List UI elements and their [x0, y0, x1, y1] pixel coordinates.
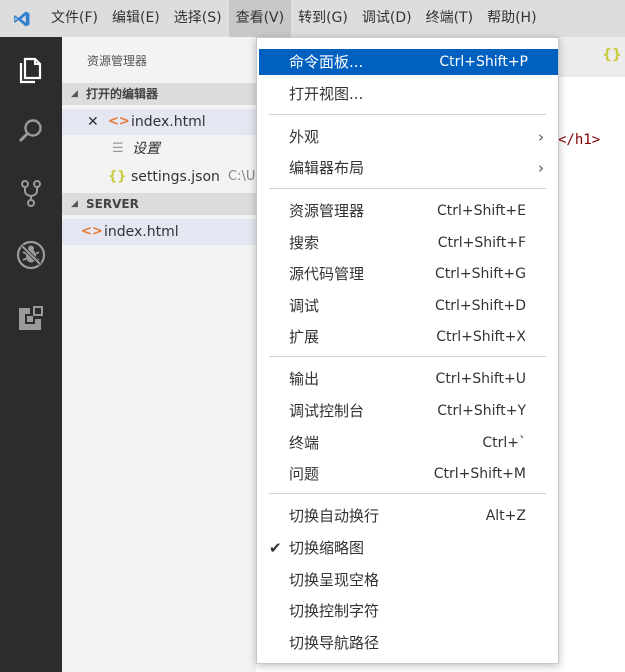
menu-terminal[interactable]: 终端(T): [419, 0, 480, 37]
menu-item-label: 编辑器布局: [289, 159, 365, 177]
menu-file[interactable]: 文件(F): [44, 0, 105, 37]
server-folder-title: SERVER: [86, 197, 139, 211]
open-editors-title: 打开的编辑器: [86, 87, 159, 101]
checkmark-icon: ✔: [269, 539, 282, 557]
caret-down-icon: ◢: [71, 89, 78, 99]
file-name: settings.json: [131, 169, 220, 185]
menu-item-label: 外观: [289, 128, 320, 146]
menu-item-label: 源代码管理: [289, 265, 365, 283]
menu-view[interactable]: 查看(V): [228, 0, 292, 37]
html-file-icon: <>: [108, 114, 130, 129]
search-icon[interactable]: [13, 113, 49, 149]
menu-item-label: 切换自动换行: [289, 507, 380, 525]
open-editor-index-html[interactable]: ✕ <> index.html: [62, 109, 256, 135]
close-icon[interactable]: ✕: [87, 109, 99, 135]
menu-go[interactable]: 转到(G): [291, 0, 355, 37]
menu-item-toggle-word-wrap[interactable]: 切换自动换行 Alt+Z: [257, 503, 558, 529]
menu-item-label: 切换导航路径: [289, 634, 380, 652]
explorer-sidebar: 资源管理器 ◢ 打开的编辑器 ✕ <> index.html ☰ 设置 {} s…: [62, 37, 256, 672]
menu-item-toggle-breadcrumbs[interactable]: 切换导航路径: [257, 630, 558, 656]
menu-item-shortcut: Ctrl+Shift+Y: [437, 403, 526, 419]
files-icon[interactable]: [13, 52, 49, 88]
menu-item-shortcut: Ctrl+Shift+P: [439, 54, 528, 70]
chevron-right-icon: ›: [538, 128, 544, 146]
menu-item-editor-layout[interactable]: 编辑器布局 ›: [257, 155, 558, 181]
menu-item-label: 终端: [289, 434, 320, 452]
menu-item-label: 打开视图...: [289, 85, 364, 103]
menu-selection[interactable]: 选择(S): [167, 0, 229, 37]
menu-item-problems[interactable]: 问题 Ctrl+Shift+M: [257, 461, 558, 487]
menu-item-label: 资源管理器: [289, 202, 365, 220]
menu-item-explorer[interactable]: 资源管理器 Ctrl+Shift+E: [257, 198, 558, 224]
server-folder-header[interactable]: ◢ SERVER: [62, 193, 256, 215]
caret-down-icon: ◢: [71, 199, 78, 209]
chevron-right-icon: ›: [538, 159, 544, 177]
menu-item-debug-console[interactable]: 调试控制台 Ctrl+Shift+Y: [257, 398, 558, 424]
menu-item-command-palette[interactable]: 命令面板... Ctrl+Shift+P: [259, 49, 558, 75]
menu-item-label: 切换控制字符: [289, 602, 380, 620]
open-editor-settings[interactable]: ☰ 设置: [62, 136, 256, 162]
menu-separator: [269, 114, 546, 115]
menu-item-shortcut: Ctrl+Shift+D: [435, 298, 526, 314]
menu-item-search[interactable]: 搜索 Ctrl+Shift+F: [257, 230, 558, 256]
menu-item-shortcut: Ctrl+Shift+E: [436, 203, 526, 219]
extensions-icon[interactable]: [13, 300, 49, 336]
file-name: 设置: [132, 141, 160, 157]
sidebar-title: 资源管理器: [87, 54, 148, 68]
code-text: </h1>: [558, 132, 601, 148]
file-name: index.html: [104, 224, 179, 240]
server-index-html[interactable]: <> index.html: [62, 219, 256, 245]
menu-debug[interactable]: 调试(D): [355, 0, 419, 37]
menu-item-shortcut: Ctrl+Shift+M: [433, 466, 526, 482]
menu-item-shortcut: Ctrl+Shift+X: [436, 329, 526, 345]
menu-item-appearance[interactable]: 外观 ›: [257, 124, 558, 150]
menu-separator: [269, 188, 546, 189]
settings-file-icon: ☰: [112, 141, 124, 156]
menu-item-label: 命令面板...: [289, 53, 364, 71]
menu-separator: [269, 356, 546, 357]
menu-item-label: 扩展: [289, 328, 320, 346]
json-file-icon: {}: [108, 169, 127, 184]
menu-separator: [269, 493, 546, 494]
menu-item-toggle-control-characters[interactable]: 切换控制字符: [257, 598, 558, 624]
menu-item-shortcut: Ctrl+Shift+F: [437, 235, 526, 251]
source-control-icon[interactable]: [13, 175, 49, 211]
code-line[interactable]: </h1>: [558, 129, 600, 151]
menu-item-terminal[interactable]: 终端 Ctrl+`: [257, 430, 558, 456]
open-editors-header[interactable]: ◢ 打开的编辑器: [62, 83, 256, 105]
vscode-logo-icon: [0, 0, 44, 37]
menu-item-shortcut: Ctrl+Shift+U: [435, 371, 526, 387]
menu-item-label: 切换缩略图: [289, 539, 365, 557]
view-dropdown-menu: 命令面板... Ctrl+Shift+P 打开视图... 外观 › 编辑器布局 …: [256, 37, 559, 664]
menu-item-open-view[interactable]: 打开视图...: [257, 81, 558, 107]
menu-item-shortcut: Ctrl+`: [482, 435, 526, 451]
menu-item-label: 搜索: [289, 234, 320, 252]
menu-item-source-control[interactable]: 源代码管理 Ctrl+Shift+G: [257, 261, 558, 287]
menu-item-shortcut: Ctrl+Shift+G: [434, 266, 526, 282]
open-editor-settings-json[interactable]: {} settings.json C:\U: [62, 164, 256, 190]
menu-item-extensions[interactable]: 扩展 Ctrl+Shift+X: [257, 324, 558, 350]
file-name: index.html: [131, 114, 206, 130]
menu-item-output[interactable]: 输出 Ctrl+Shift+U: [257, 366, 558, 392]
html-file-icon: <>: [81, 224, 103, 239]
menu-item-toggle-render-whitespace[interactable]: 切换呈现空格: [257, 567, 558, 593]
debug-icon[interactable]: [13, 237, 49, 273]
menu-item-label: 问题: [289, 465, 320, 483]
menu-item-label: 切换呈现空格: [289, 571, 380, 589]
menu-help[interactable]: 帮助(H): [480, 0, 543, 37]
menu-item-shortcut: Alt+Z: [485, 508, 526, 524]
json-file-icon[interactable]: {}: [602, 47, 622, 63]
file-path: C:\U: [228, 169, 256, 184]
menu-item-label: 调试控制台: [289, 402, 365, 420]
activity-bar: [0, 37, 62, 672]
menu-item-label: 调试: [289, 297, 320, 315]
menu-edit[interactable]: 编辑(E): [105, 0, 167, 37]
menu-bar: 文件(F) 编辑(E) 选择(S) 查看(V) 转到(G) 调试(D) 终端(T…: [0, 0, 625, 37]
menu-item-label: 输出: [289, 370, 320, 388]
menu-item-debug[interactable]: 调试 Ctrl+Shift+D: [257, 293, 558, 319]
menu-item-toggle-minimap[interactable]: ✔ 切换缩略图: [257, 535, 558, 561]
